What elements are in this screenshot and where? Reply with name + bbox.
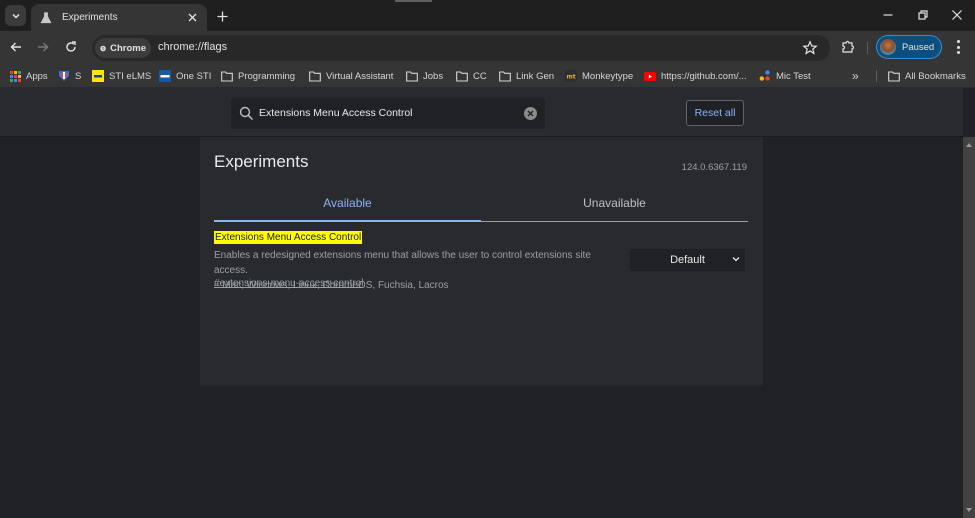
reload-icon xyxy=(66,41,76,52)
site-info-chip[interactable]: Chrome xyxy=(95,38,151,58)
drag-handle xyxy=(395,0,432,2)
restore-button[interactable] xyxy=(916,8,930,22)
clear-icon xyxy=(527,110,534,117)
new-tab-button[interactable] xyxy=(214,8,230,24)
bookmark-monkeytype[interactable]: mt Monkeytype xyxy=(565,69,633,83)
experiments-panel: Experiments 124.0.6367.119 Available Una… xyxy=(200,137,763,386)
reload-button[interactable] xyxy=(63,39,79,55)
profile-status: Paused xyxy=(902,41,935,53)
search-icon xyxy=(239,106,254,121)
arrow-left-icon xyxy=(10,42,21,52)
close-window-button[interactable] xyxy=(950,8,964,22)
bookmark-one-sti[interactable]: One STI xyxy=(159,69,211,83)
folder-icon xyxy=(888,70,900,82)
arrow-right-icon xyxy=(38,42,49,52)
svg-text:mt: mt xyxy=(566,74,575,81)
apps-grid-icon xyxy=(9,70,21,82)
flags-header: Extensions Menu Access Control Reset all xyxy=(0,88,963,137)
one-sti-favicon xyxy=(159,70,171,82)
version-label: 124.0.6367.119 xyxy=(681,162,747,173)
page-scrollbar[interactable] xyxy=(963,137,975,518)
folder-icon xyxy=(221,70,233,82)
minimize-icon xyxy=(883,14,893,16)
close-icon xyxy=(952,10,962,20)
title-bar: Experiments xyxy=(0,0,975,31)
sti-favicon xyxy=(92,70,104,82)
extensions-puzzle-icon[interactable] xyxy=(840,39,856,55)
mic-test-favicon xyxy=(759,70,771,82)
forward-button[interactable] xyxy=(35,39,51,55)
close-tab-icon[interactable] xyxy=(185,11,199,25)
folder-icon xyxy=(456,70,468,82)
bookmark-jobs[interactable]: Jobs xyxy=(406,69,443,83)
flag-search-input[interactable]: Extensions Menu Access Control xyxy=(231,98,545,129)
flags-tabs: Available Unavailable xyxy=(214,189,748,222)
bookmarks-overflow-button[interactable]: » xyxy=(852,69,859,83)
plus-icon xyxy=(217,11,227,21)
shield-favicon xyxy=(58,70,70,82)
flask-icon xyxy=(39,11,53,25)
flag-description-text: Enables a redesigned extensions menu tha… xyxy=(214,250,591,276)
browser-toolbar: Chrome chrome://flags Paused xyxy=(0,31,975,63)
selected-option: Default xyxy=(670,254,705,266)
bookmarks-bar: Apps S STI eLMS One STI Programming Virt… xyxy=(0,63,975,88)
chip-label: Chrome xyxy=(110,42,146,54)
minimize-button[interactable] xyxy=(881,8,895,22)
youtube-favicon xyxy=(644,70,656,82)
bookmarks-separator xyxy=(876,70,877,82)
page-title: Experiments xyxy=(214,152,309,171)
profile-button[interactable]: Paused xyxy=(876,35,942,59)
bookmark-programming[interactable]: Programming xyxy=(221,69,295,83)
clear-search-button[interactable] xyxy=(524,107,537,120)
tab-unavailable[interactable]: Unavailable xyxy=(481,196,748,210)
tab-experiments[interactable]: Experiments xyxy=(31,4,207,31)
toolbar-separator xyxy=(867,42,868,54)
bookmark-mic-test[interactable]: Mic Test xyxy=(759,69,811,83)
chevron-down-icon xyxy=(732,257,740,262)
bookmark-apps[interactable]: Apps xyxy=(9,69,48,83)
flag-anchor-link[interactable]: #extensions-menu-access-control xyxy=(214,278,364,289)
bookmark-s[interactable]: S xyxy=(58,69,81,83)
bookmark-github[interactable]: https://github.com/... xyxy=(644,69,747,83)
url-text[interactable]: chrome://flags xyxy=(158,41,227,53)
address-bar[interactable]: Chrome chrome://flags xyxy=(92,35,830,61)
active-tab-indicator xyxy=(214,220,481,222)
flag-state-select[interactable]: Default xyxy=(630,249,745,271)
back-button[interactable] xyxy=(8,39,24,55)
bookmark-link-gen[interactable]: Link Gen xyxy=(499,69,554,83)
tab-title: Experiments xyxy=(62,12,118,23)
flag-name: Extensions Menu Access Control xyxy=(214,231,363,244)
bookmark-cc[interactable]: CC xyxy=(456,69,487,83)
tab-search-button[interactable] xyxy=(5,5,26,26)
bookmark-sti-elms[interactable]: STI eLMS xyxy=(92,69,151,83)
tab-available[interactable]: Available xyxy=(214,196,481,210)
folder-icon xyxy=(499,70,511,82)
chevron-down-icon xyxy=(11,13,20,19)
reset-all-button[interactable]: Reset all xyxy=(686,100,744,126)
scroll-down-arrow-icon[interactable] xyxy=(966,508,972,512)
avatar xyxy=(880,39,896,55)
restore-icon xyxy=(918,10,928,20)
chrome-logo-icon xyxy=(100,45,106,51)
folder-icon xyxy=(309,70,321,82)
search-query[interactable]: Extensions Menu Access Control xyxy=(259,107,413,119)
bookmark-star-icon[interactable] xyxy=(802,40,818,56)
folder-icon xyxy=(406,70,418,82)
all-bookmarks-button[interactable]: All Bookmarks xyxy=(888,69,966,83)
monkeytype-favicon: mt xyxy=(565,70,577,82)
bookmark-virtual-assistant[interactable]: Virtual Assistant xyxy=(309,69,393,83)
scroll-up-arrow-icon[interactable] xyxy=(966,143,972,147)
chrome-menu-button[interactable] xyxy=(953,40,963,54)
